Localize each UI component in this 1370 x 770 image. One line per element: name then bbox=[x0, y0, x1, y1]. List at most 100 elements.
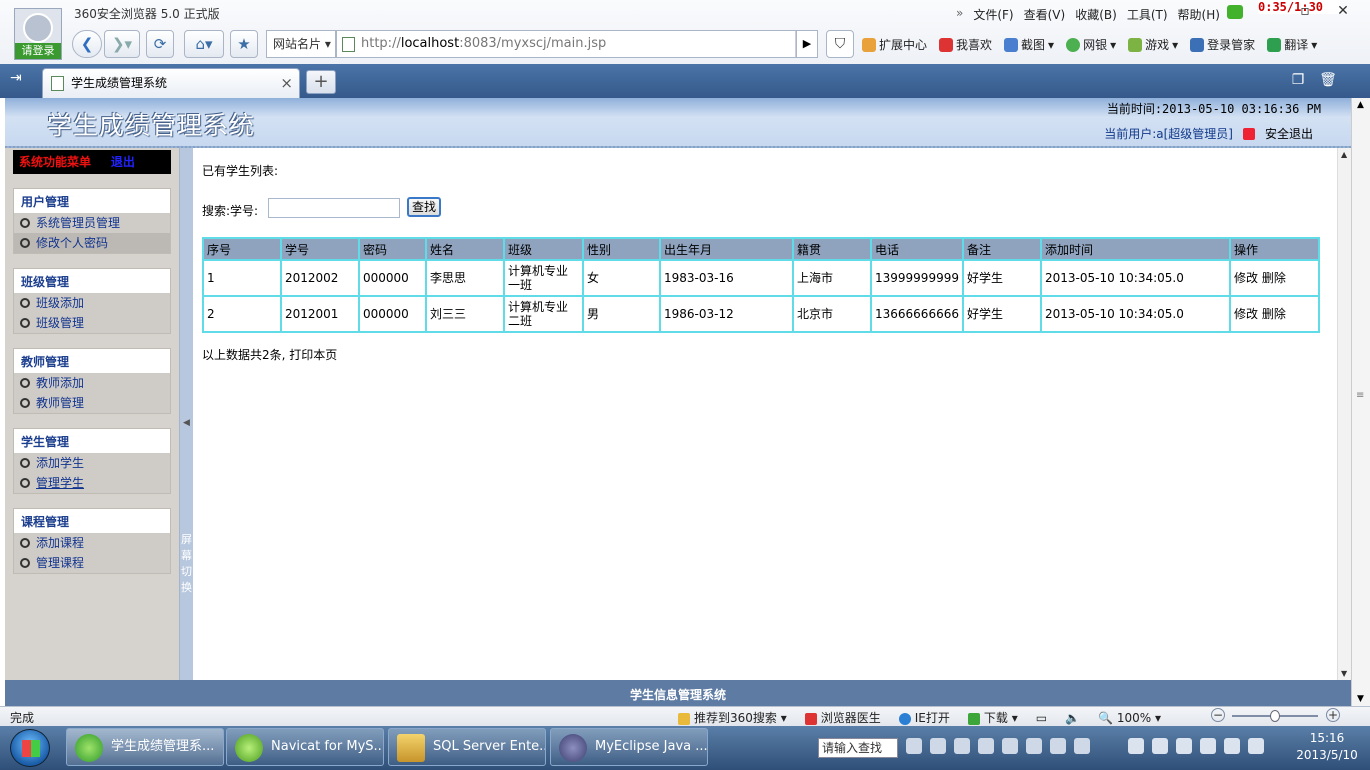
ext-bank[interactable]: 网银 ▾ bbox=[1066, 36, 1116, 53]
student-id-search-input[interactable] bbox=[268, 198, 400, 218]
skin-shirt-icon[interactable] bbox=[1227, 5, 1243, 19]
menu-group-users: 用户管理 系统管理员管理 修改个人密码 bbox=[13, 188, 171, 254]
tray-app-icon[interactable] bbox=[1176, 738, 1192, 754]
logout-icon[interactable] bbox=[1242, 127, 1255, 140]
menu-item-course-add[interactable]: 添加课程 bbox=[14, 533, 170, 553]
new-tab-button[interactable]: + bbox=[306, 70, 336, 94]
group-title[interactable]: 课程管理 bbox=[14, 509, 170, 533]
ext-login-manager[interactable]: 登录管家 bbox=[1190, 36, 1255, 53]
ext-translate[interactable]: 翻译 ▾ bbox=[1267, 36, 1317, 53]
splitter-label[interactable]: 屏幕切换 bbox=[181, 532, 193, 596]
window-mode-icon[interactable]: ▭ bbox=[1036, 711, 1047, 725]
edit-link[interactable]: 修改 bbox=[1234, 307, 1258, 321]
shield-icon[interactable]: ⛉ bbox=[826, 30, 854, 58]
menu-help[interactable]: 帮助(H) bbox=[1178, 6, 1220, 23]
menu-view[interactable]: 查看(V) bbox=[1024, 6, 1066, 23]
menu-item-student-add[interactable]: 添加学生 bbox=[14, 453, 170, 473]
back-button[interactable]: ❮ bbox=[72, 30, 102, 58]
magnifier-icon[interactable] bbox=[978, 738, 994, 754]
zoom-out-button[interactable]: − bbox=[1211, 708, 1225, 722]
close-window-icon[interactable]: ✕ bbox=[1334, 2, 1352, 20]
open-in-ie[interactable]: IE打开 bbox=[898, 709, 950, 726]
tray-app-icon[interactable] bbox=[954, 738, 970, 754]
forward-button[interactable]: ❯▾ bbox=[104, 30, 140, 58]
menu-file[interactable]: 文件(F) bbox=[973, 6, 1013, 23]
go-button[interactable]: ▶ bbox=[796, 30, 818, 58]
search-button[interactable]: 查找 bbox=[407, 197, 441, 217]
downloads[interactable]: 下载 ▾ bbox=[967, 709, 1018, 726]
delete-link[interactable]: 删除 bbox=[1262, 307, 1286, 321]
user-avatar[interactable]: 请登录 bbox=[14, 8, 62, 60]
login-label[interactable]: 请登录 bbox=[15, 43, 61, 59]
tray-app-icon[interactable] bbox=[1050, 738, 1066, 754]
menu-item-student-manage[interactable]: 管理学生 bbox=[14, 473, 170, 493]
group-title[interactable]: 教师管理 bbox=[14, 349, 170, 373]
network-icon[interactable] bbox=[1224, 738, 1240, 754]
content-scrollbar[interactable]: ▲ ▼ bbox=[1337, 148, 1351, 680]
menu-tools[interactable]: 工具(T) bbox=[1127, 6, 1168, 23]
task-navicat[interactable]: Navicat for MyS... bbox=[226, 728, 384, 766]
umbrella-icon[interactable] bbox=[1128, 738, 1144, 754]
scroll-down-icon[interactable]: ▼ bbox=[1341, 669, 1347, 678]
trash-icon[interactable]: 🗑 bbox=[1318, 72, 1338, 92]
volume-icon[interactable] bbox=[1248, 738, 1264, 754]
tray-app-icon[interactable] bbox=[1002, 738, 1018, 754]
edit-link[interactable]: 修改 bbox=[1234, 271, 1258, 285]
menu-favorites[interactable]: 收藏(B) bbox=[1075, 6, 1117, 23]
tray-app-icon[interactable] bbox=[1200, 738, 1216, 754]
favorite-button[interactable]: ★ bbox=[230, 30, 258, 58]
restore-tab-icon[interactable]: ❐ bbox=[1288, 72, 1308, 92]
scroll-up-icon[interactable]: ▲ bbox=[1357, 100, 1364, 110]
ext-games[interactable]: 游戏 ▾ bbox=[1128, 36, 1178, 53]
menu-item-class-manage[interactable]: 班级管理 bbox=[14, 313, 170, 333]
group-title[interactable]: 学生管理 bbox=[14, 429, 170, 453]
tab-student-system[interactable]: 学生成绩管理系统 × bbox=[42, 68, 300, 98]
tray-app-icon[interactable] bbox=[1074, 738, 1090, 754]
start-button[interactable] bbox=[10, 729, 50, 767]
task-sql-server[interactable]: SQL Server Ente... bbox=[388, 728, 546, 766]
record-total[interactable]: 以上数据共2条, 打印本页 bbox=[202, 346, 337, 363]
keyboard-icon[interactable] bbox=[906, 738, 922, 754]
menu-item-class-add[interactable]: 班级添加 bbox=[14, 293, 170, 313]
browser-doctor[interactable]: 浏览器医生 bbox=[804, 709, 881, 726]
logout-link[interactable]: 安全退出 bbox=[1265, 125, 1313, 142]
delete-link[interactable]: 删除 bbox=[1262, 271, 1286, 285]
speaker-icon[interactable]: 🔈 bbox=[1065, 711, 1080, 725]
sidebar-toggle-icon[interactable]: ⇥ bbox=[10, 70, 34, 92]
ext-center[interactable]: 扩展中心 bbox=[862, 36, 927, 53]
scroll-down-icon[interactable]: ▼ bbox=[1357, 694, 1364, 704]
zoom-control[interactable]: 🔍 100% ▾ bbox=[1098, 711, 1161, 725]
menu-item-teacher-manage[interactable]: 教师管理 bbox=[14, 393, 170, 413]
site-names-dropdown[interactable]: 网站名片 ▾ bbox=[266, 30, 336, 58]
refresh-button[interactable]: ⟳ bbox=[146, 30, 174, 58]
group-title[interactable]: 用户管理 bbox=[14, 189, 170, 213]
scroll-up-icon[interactable]: ▲ bbox=[1341, 150, 1347, 159]
menu-item-admin-manage[interactable]: 系统管理员管理 bbox=[14, 213, 170, 233]
menu-exit-link[interactable]: 退出 bbox=[111, 155, 135, 169]
tray-search-box[interactable]: 请输入查找 bbox=[818, 738, 898, 758]
zoom-slider-knob[interactable] bbox=[1270, 710, 1280, 722]
task-myeclipse[interactable]: MyEclipse Java ... bbox=[550, 728, 708, 766]
ext-screenshot[interactable]: 截图 ▾ bbox=[1004, 36, 1054, 53]
tray-app-icon[interactable] bbox=[930, 738, 946, 754]
tray-app-icon[interactable] bbox=[1026, 738, 1042, 754]
scroll-grip-icon[interactable]: ≡ bbox=[1356, 390, 1364, 401]
menu-item-course-manage[interactable]: 管理课程 bbox=[14, 553, 170, 573]
address-bar[interactable]: http://localhost:8083/myxscj/main.jsp ▼ bbox=[336, 30, 818, 58]
tray-clock[interactable]: 15:16 2013/5/10 bbox=[1296, 730, 1358, 764]
chevron-right-icon[interactable]: » bbox=[956, 6, 963, 23]
group-title[interactable]: 班级管理 bbox=[14, 269, 170, 293]
page-scrollbar[interactable]: ▲ ≡ ▼ bbox=[1351, 98, 1370, 706]
recommend-360-search[interactable]: 推荐到360搜索 ▾ bbox=[678, 709, 787, 726]
zoom-in-button[interactable]: + bbox=[1326, 708, 1340, 722]
task-360-browser[interactable]: 学生成绩管理系... bbox=[66, 728, 224, 766]
ext-like[interactable]: 我喜欢 bbox=[939, 36, 992, 53]
restore-window-icon[interactable]: ▫ bbox=[1296, 2, 1314, 20]
close-tab-icon[interactable]: × bbox=[280, 69, 293, 97]
collapse-arrow-icon[interactable]: ◀ bbox=[183, 418, 190, 428]
menu-item-teacher-add[interactable]: 教师添加 bbox=[14, 373, 170, 393]
menu-item-change-password[interactable]: 修改个人密码 bbox=[14, 233, 170, 253]
tray-app-icon[interactable] bbox=[1152, 738, 1168, 754]
frame-splitter[interactable]: ◀ 屏幕切换 bbox=[179, 148, 193, 680]
home-button[interactable]: ⌂▾ bbox=[184, 30, 224, 58]
